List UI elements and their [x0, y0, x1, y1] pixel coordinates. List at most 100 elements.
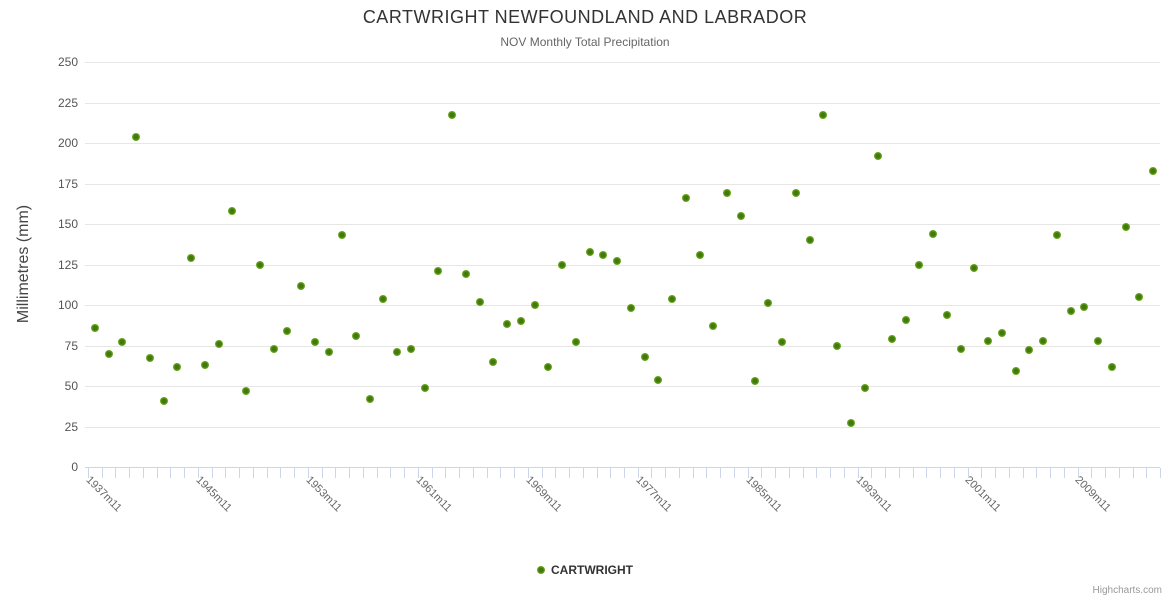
data-point[interactable] [270, 345, 278, 353]
data-point[interactable] [627, 304, 635, 312]
data-point[interactable] [489, 358, 497, 366]
x-axis-tick [899, 468, 900, 478]
data-point[interactable] [586, 248, 594, 256]
data-point[interactable] [998, 329, 1006, 337]
data-point[interactable] [476, 298, 484, 306]
y-axis-label: 150 [30, 217, 78, 231]
x-axis-tick [225, 468, 226, 478]
x-axis-tick [129, 468, 130, 478]
y-axis-label: 250 [30, 55, 78, 69]
data-point[interactable] [861, 384, 869, 392]
data-point[interactable] [105, 350, 113, 358]
data-point[interactable] [1149, 167, 1157, 175]
gridline [85, 265, 1160, 266]
x-axis-tick [294, 468, 295, 478]
data-point[interactable] [558, 261, 566, 269]
data-point[interactable] [1122, 223, 1130, 231]
x-axis-tick [500, 468, 501, 478]
data-point[interactable] [173, 363, 181, 371]
data-point[interactable] [160, 397, 168, 405]
x-axis-tick [679, 468, 680, 478]
x-axis-tick [280, 468, 281, 478]
data-point[interactable] [434, 267, 442, 275]
data-point[interactable] [421, 384, 429, 392]
data-point[interactable] [228, 207, 236, 215]
data-point[interactable] [544, 363, 552, 371]
data-point[interactable] [737, 212, 745, 220]
data-point[interactable] [1012, 367, 1020, 375]
data-point[interactable] [325, 348, 333, 356]
data-point[interactable] [517, 317, 525, 325]
data-point[interactable] [366, 395, 374, 403]
x-axis-tick [143, 468, 144, 478]
data-point[interactable] [654, 376, 662, 384]
data-point[interactable] [1025, 346, 1033, 354]
data-point[interactable] [764, 299, 772, 307]
data-point[interactable] [462, 270, 470, 278]
x-axis-tick [473, 468, 474, 478]
data-point[interactable] [1053, 231, 1061, 239]
data-point[interactable] [751, 377, 759, 385]
data-point[interactable] [132, 133, 140, 141]
data-point[interactable] [682, 194, 690, 202]
data-point[interactable] [1094, 337, 1102, 345]
data-point[interactable] [1135, 293, 1143, 301]
x-axis-tick [706, 468, 707, 478]
data-point[interactable] [91, 324, 99, 332]
x-axis-tick [926, 468, 927, 478]
x-axis-tick [1160, 468, 1161, 478]
data-point[interactable] [338, 231, 346, 239]
data-point[interactable] [311, 338, 319, 346]
legend-item-cartwright[interactable]: CARTWRIGHT [537, 563, 633, 577]
data-point[interactable] [297, 282, 305, 290]
x-axis-tick [115, 468, 116, 478]
data-point[interactable] [146, 354, 154, 362]
x-axis-tick [390, 468, 391, 478]
data-point[interactable] [915, 261, 923, 269]
data-point[interactable] [379, 295, 387, 303]
data-point[interactable] [1108, 363, 1116, 371]
data-point[interactable] [1080, 303, 1088, 311]
data-point[interactable] [283, 327, 291, 335]
data-point[interactable] [407, 345, 415, 353]
data-point[interactable] [943, 311, 951, 319]
data-point[interactable] [599, 251, 607, 259]
data-point[interactable] [215, 340, 223, 348]
data-point[interactable] [641, 353, 649, 361]
data-point[interactable] [984, 337, 992, 345]
data-point[interactable] [970, 264, 978, 272]
data-point[interactable] [242, 387, 250, 395]
data-point[interactable] [1039, 337, 1047, 345]
data-point[interactable] [957, 345, 965, 353]
x-axis-label: 2001m11 [963, 474, 1003, 514]
data-point[interactable] [833, 342, 841, 350]
data-point[interactable] [668, 295, 676, 303]
gridline [85, 427, 1160, 428]
data-point[interactable] [503, 320, 511, 328]
data-point[interactable] [393, 348, 401, 356]
data-point[interactable] [792, 189, 800, 197]
x-axis-tick [913, 468, 914, 478]
data-point[interactable] [352, 332, 360, 340]
data-point[interactable] [929, 230, 937, 238]
data-point[interactable] [874, 152, 882, 160]
data-point[interactable] [448, 111, 456, 119]
highcharts-credits-link[interactable]: Highcharts.com [1093, 585, 1162, 596]
data-point[interactable] [696, 251, 704, 259]
data-point[interactable] [256, 261, 264, 269]
gridline [85, 346, 1160, 347]
data-point[interactable] [723, 189, 731, 197]
data-point[interactable] [888, 335, 896, 343]
data-point[interactable] [187, 254, 195, 262]
x-axis-label: 1945m11 [193, 474, 233, 514]
data-point[interactable] [1067, 307, 1075, 315]
data-point[interactable] [201, 361, 209, 369]
data-point[interactable] [902, 316, 910, 324]
data-point[interactable] [531, 301, 539, 309]
data-point[interactable] [806, 236, 814, 244]
data-point[interactable] [847, 419, 855, 427]
data-point[interactable] [819, 111, 827, 119]
x-axis-tick [322, 468, 323, 478]
data-point[interactable] [709, 322, 717, 330]
legend-marker-icon [537, 566, 545, 574]
